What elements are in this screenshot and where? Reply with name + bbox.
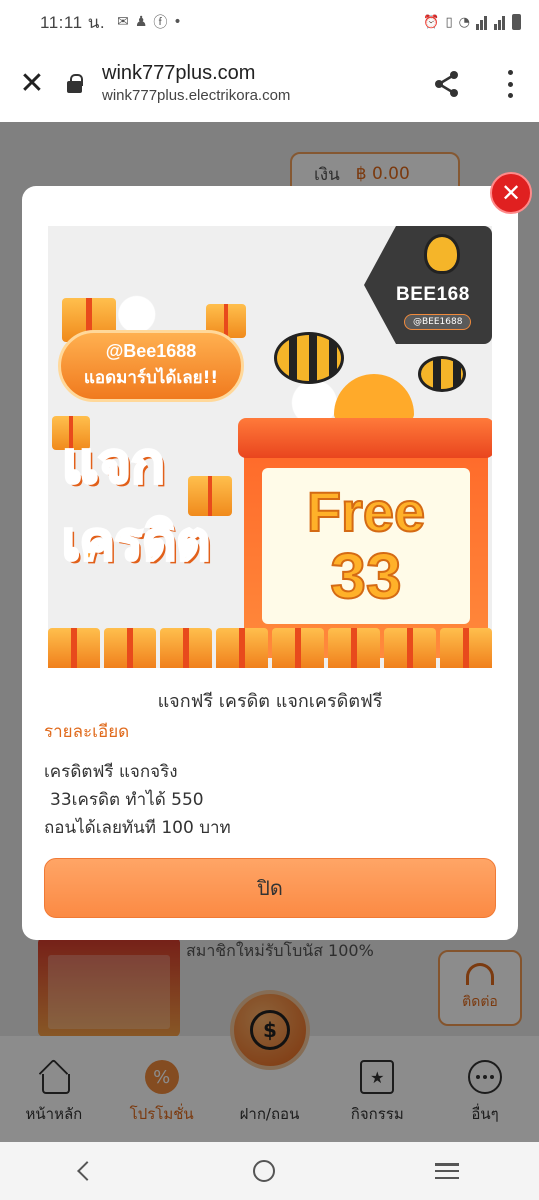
back-icon[interactable] [76, 1161, 97, 1181]
lock-icon[interactable] [64, 72, 86, 94]
facebook-icon: ⓕ [153, 15, 168, 31]
line-id-pill: @Bee1688 แอดมาร์บได้เลย!! [58, 330, 244, 402]
bee-logo-icon [424, 234, 460, 274]
gift-icon [188, 476, 232, 516]
vibrate-icon: ▯ [445, 14, 453, 30]
battery-icon [512, 14, 521, 30]
free-amount: 33 [329, 540, 402, 612]
signal-icon [476, 15, 488, 30]
description-line: ถอนได้เลยทันที 100 บาท [44, 818, 231, 838]
system-navigation-bar [0, 1142, 539, 1200]
browser-toolbar: ✕ wink777plus.com wink777plus.electrikor… [0, 44, 539, 122]
pill-handle: @Bee1688 [105, 341, 197, 361]
bee-icon [418, 356, 466, 392]
logo-handle: @BEE1688 [404, 314, 472, 330]
notification-icons: ✉ ♟ ⓕ • [117, 12, 182, 32]
dot-icon: • [173, 14, 182, 30]
description-line: เครดิตฟรี แจกจริง [44, 762, 178, 782]
headline-give: แจก [61, 431, 167, 496]
url-area[interactable]: wink777plus.com wink777plus.electrikora.… [102, 62, 290, 104]
pill-text: แอดมาร์บได้เลย!! [83, 368, 219, 388]
page-url: wink777plus.electrikora.com [102, 87, 291, 104]
description-line: 33เครดิต ทำได้ 550 [50, 790, 204, 810]
logo-text: BEE168 [396, 284, 470, 305]
status-time: 11:11 น. [40, 12, 106, 32]
page-title: wink777plus.com [102, 62, 256, 84]
recent-apps-icon[interactable] [435, 1163, 460, 1179]
modal-description: เครดิตฟรี แจกจริง 33เครดิต ทำได้ 550 ถอน… [44, 758, 231, 842]
gift-row-decoration [48, 628, 492, 668]
messenger-icon: ✉ [117, 14, 129, 30]
gift-box-graphic: Free 33 [238, 374, 492, 658]
promotion-banner: BEE168 @BEE1688 @Bee1688 แอดมาร์บได้เลย!… [48, 226, 492, 668]
alarm-icon: ⏰ [423, 14, 440, 30]
modal-title: แจกฟรี เครดิต แจกเครดิตฟรี [157, 691, 383, 712]
person-icon: ♟ [134, 14, 148, 30]
system-icons: ⏰ ▯ ◔ [423, 14, 521, 30]
signal-icon-2 [494, 15, 506, 30]
close-tab-icon[interactable]: ✕ [0, 66, 64, 101]
promotion-modal: BEE168 @BEE1688 @Bee1688 แอดมาร์บได้เลย!… [22, 186, 518, 940]
wifi-icon: ◔ [458, 14, 470, 30]
status-bar: 11:11 น. ✉ ♟ ⓕ • ⏰ ▯ ◔ [0, 0, 539, 44]
modal-close-icon[interactable]: ✕ [490, 172, 532, 214]
close-button[interactable]: ปิด [44, 858, 496, 918]
more-menu-icon[interactable] [507, 70, 513, 98]
share-icon[interactable] [433, 70, 461, 98]
details-label: รายละเอียด [44, 722, 130, 742]
home-circle-icon[interactable] [253, 1160, 276, 1182]
free-word: Free [306, 480, 426, 543]
headline-credit: เครดิต [60, 512, 211, 572]
bee-icon [274, 332, 344, 384]
